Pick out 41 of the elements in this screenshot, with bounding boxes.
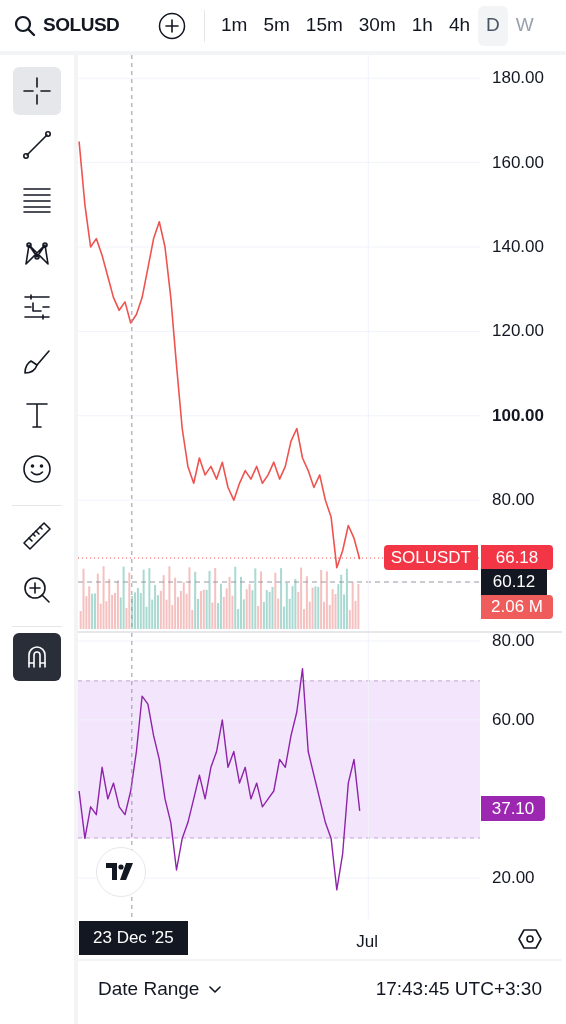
symbol-label: SOLUSDT bbox=[383, 545, 478, 570]
crosshair-price-label: 60.12 bbox=[481, 569, 547, 595]
price-scale-label: 60.00 bbox=[492, 710, 535, 728]
price-scale-label: 20.00 bbox=[492, 868, 535, 886]
interval-tab[interactable]: 30m bbox=[350, 5, 404, 46]
plus-circle-icon bbox=[158, 11, 186, 40]
symbol-search[interactable]: SOLUSD bbox=[14, 11, 154, 40]
interval-tab[interactable]: 1h bbox=[403, 5, 441, 46]
price-scale-label: 180.00 bbox=[492, 69, 544, 87]
price-scale-label: 100.00 bbox=[492, 406, 544, 424]
date-range-dropdown[interactable]: Date Range bbox=[98, 975, 222, 1004]
crosshair-tool[interactable] bbox=[13, 67, 61, 115]
volume-label: 2.06 M bbox=[481, 595, 553, 619]
price-scale-label: 80.00 bbox=[492, 631, 535, 649]
search-icon bbox=[14, 14, 36, 37]
zoom-in-icon bbox=[21, 574, 53, 606]
price-scale-label: 120.00 bbox=[492, 322, 544, 340]
position-tool-icon bbox=[21, 291, 53, 323]
magnet-tool[interactable] bbox=[13, 633, 61, 681]
time-scale-label: Jul bbox=[356, 931, 379, 953]
price-scale-label: 140.00 bbox=[492, 238, 544, 255]
interval-tab[interactable]: 15m bbox=[297, 5, 351, 46]
interval-tab[interactable]: 4h bbox=[440, 5, 479, 46]
add-symbol-button[interactable] bbox=[158, 11, 186, 40]
clock-time: 17:43:45 UTC+3:30 bbox=[375, 977, 542, 1002]
ruler-icon bbox=[21, 520, 53, 552]
chart-logo-icon bbox=[96, 847, 146, 897]
crosshair-icon bbox=[21, 75, 53, 107]
price-scale-label: 80.00 bbox=[492, 491, 535, 509]
rsi-value-label: 37.10 bbox=[481, 796, 545, 821]
interval-tab[interactable]: 1m bbox=[213, 5, 256, 46]
price-scale-label: 160.00 bbox=[492, 153, 544, 171]
trend-line-icon bbox=[21, 129, 53, 161]
chevron-down-icon bbox=[209, 985, 222, 994]
interval-tab[interactable]: 5m bbox=[255, 5, 298, 46]
settings-button[interactable] bbox=[518, 928, 542, 950]
last-price-label: 66.18 bbox=[481, 545, 553, 570]
settings-icon bbox=[518, 928, 542, 950]
smiley-icon bbox=[21, 453, 53, 485]
crosshair-date-label: 23 Dec '25 bbox=[79, 921, 188, 955]
interval-tab[interactable]: D bbox=[478, 5, 508, 46]
